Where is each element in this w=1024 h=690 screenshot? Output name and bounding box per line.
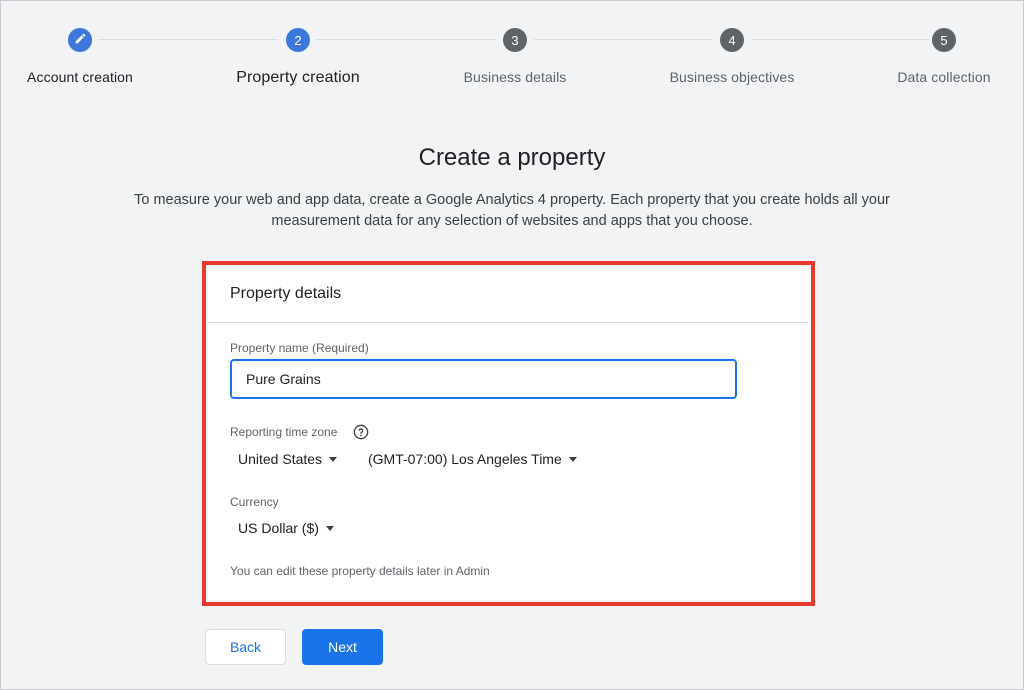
step-5-indicator: 5 [932, 28, 956, 52]
page-title: Create a property [418, 144, 606, 171]
time-zone-label: Reporting time zone [230, 425, 338, 439]
step-number: 2 [294, 32, 302, 48]
intro-line-2: measurement data for any selection of we… [271, 213, 753, 229]
caret-down-icon [325, 525, 334, 531]
currency-label: Currency [230, 495, 279, 509]
step-number: 5 [940, 32, 948, 48]
time-zone-value: (GMT-07:00) Los Angeles Time [368, 451, 562, 467]
property-details-card: Property details Property name (Required… [208, 267, 809, 600]
next-button[interactable]: Next [302, 629, 383, 665]
step-3-label: Business details [463, 69, 567, 85]
step-number: 3 [511, 32, 519, 48]
step-number: 4 [728, 32, 736, 48]
step-connector [751, 39, 929, 40]
step-2-label: Property creation [236, 69, 360, 86]
step-5-label: Data collection [897, 69, 991, 85]
edit-later-note: You can edit these property details late… [230, 564, 490, 578]
caret-down-icon [568, 456, 577, 462]
back-button[interactable]: Back [205, 629, 286, 665]
step-2-indicator: 2 [286, 28, 310, 52]
setup-stepper: 2 3 4 5 Account creation Property creati… [0, 0, 1024, 100]
step-connector [316, 39, 496, 40]
card-header: Property details [208, 267, 809, 323]
caret-down-icon [329, 456, 338, 462]
step-connector [534, 39, 712, 40]
time-zone-dropdown[interactable]: (GMT-07:00) Los Angeles Time [368, 451, 577, 467]
currency-dropdown[interactable]: US Dollar ($) [238, 520, 334, 536]
step-4-label: Business objectives [669, 69, 795, 85]
intro-text: To measure your web and app data, create… [100, 190, 924, 232]
country-value: United States [238, 451, 323, 467]
help-icon[interactable] [353, 424, 369, 440]
step-1-label[interactable]: Account creation [27, 69, 133, 85]
property-name-input[interactable] [230, 359, 737, 399]
country-dropdown[interactable]: United States [238, 451, 338, 467]
step-connector [98, 39, 278, 40]
property-name-label: Property name (Required) [230, 341, 369, 355]
pencil-icon [74, 32, 87, 48]
step-4-indicator: 4 [720, 28, 744, 52]
card-title: Property details [230, 285, 342, 302]
intro-line-1: To measure your web and app data, create… [134, 192, 890, 208]
step-3-indicator: 3 [503, 28, 527, 52]
currency-value: US Dollar ($) [238, 520, 319, 536]
step-1-indicator[interactable] [68, 28, 92, 52]
